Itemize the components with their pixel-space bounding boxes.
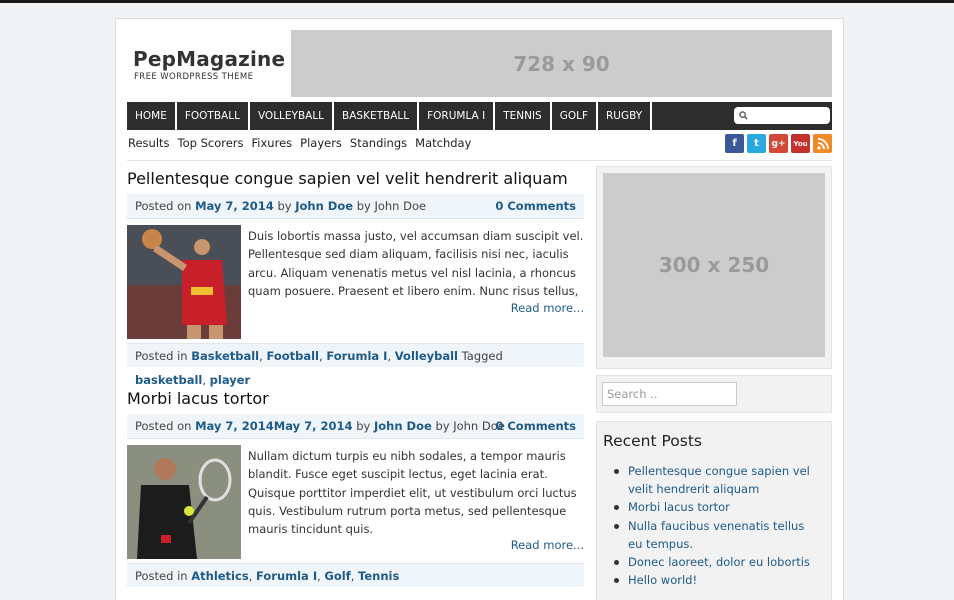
nav-item-golf[interactable]: GOLF: [552, 102, 599, 130]
tagged-label: Tagged: [461, 349, 503, 363]
post-author-link[interactable]: John Doe: [374, 419, 432, 433]
sub-nav: Results Top Scorers Fixures Players Stan…: [128, 136, 471, 150]
site-title[interactable]: PepMagazine: [133, 47, 285, 71]
recent-post-link[interactable]: Nulla faucibus venenatis tellus eu tempu…: [611, 517, 821, 553]
post-meta: Posted on May 7, 2014 by John Doe by Joh…: [127, 194, 584, 219]
post-meta: Posted on May 7, 2014May 7, 2014 by John…: [127, 414, 584, 439]
search-input[interactable]: Search ..: [602, 382, 737, 406]
nav-item-rugby[interactable]: RUGBY: [598, 102, 653, 130]
post-date-link[interactable]: May 7, 2014May 7, 2014: [195, 419, 352, 433]
subnav-item-standings[interactable]: Standings: [350, 136, 407, 150]
twitter-icon[interactable]: t: [747, 134, 766, 153]
facebook-icon[interactable]: f: [725, 134, 744, 153]
tag-link[interactable]: basketball: [135, 373, 202, 387]
posted-on-label: Posted on: [135, 199, 192, 213]
post-author-link[interactable]: John Doe: [295, 199, 353, 213]
nav-item-basketball[interactable]: BASKETBALL: [334, 102, 420, 130]
post-article: Morbi lacus tortor Posted on May 7, 2014…: [127, 389, 584, 600]
subnav-item-fixures[interactable]: Fixures: [252, 136, 293, 150]
header-divider: [127, 160, 832, 161]
site-tagline: FREE WORDPRESS THEME: [134, 72, 254, 82]
social-icons: f t g+ You: [725, 134, 832, 153]
recent-post-link[interactable]: Hello world!: [611, 571, 821, 589]
post-excerpt: Nullam dictum turpis eu nibh sodales, a …: [248, 449, 577, 537]
search-icon: [739, 111, 748, 120]
recent-posts-widget: Recent Posts Pellentesque congue sapien …: [596, 421, 832, 600]
nav-item-formula[interactable]: FORUMLA I: [419, 102, 496, 130]
category-link[interactable]: Football: [266, 349, 319, 363]
post-title[interactable]: Morbi lacus tortor: [127, 389, 269, 408]
category-link[interactable]: Athletics: [191, 569, 248, 583]
rss-icon[interactable]: [813, 134, 832, 153]
read-more-link[interactable]: Read more...: [511, 538, 584, 552]
category-link[interactable]: Forumla I: [326, 349, 387, 363]
post-categories: Posted in Basketball, Football, Forumla …: [127, 343, 584, 387]
category-link[interactable]: Tennis: [358, 569, 399, 583]
post-thumbnail[interactable]: [127, 445, 241, 559]
subnav-item-matchday[interactable]: Matchday: [415, 136, 471, 150]
post-article: Pellentesque congue sapien vel velit hen…: [127, 169, 584, 393]
nav-item-home[interactable]: HOME: [127, 102, 177, 130]
posted-in-label: Posted in: [135, 349, 188, 363]
subnav-item-players[interactable]: Players: [300, 136, 342, 150]
page-wrapper: PepMagazine FREE WORDPRESS THEME 728 x 9…: [115, 18, 844, 600]
sidebar-search-widget: Search ..: [596, 375, 832, 413]
nav-item-football[interactable]: FOOTBALL: [177, 102, 250, 130]
by-label: by: [277, 199, 292, 213]
comments-link[interactable]: 0 Comments: [495, 414, 576, 439]
sidebar-ad[interactable]: 300 x 250: [603, 173, 825, 357]
youtube-icon[interactable]: You: [791, 134, 810, 153]
main-nav: HOME FOOTBALL VOLLEYBALL BASKETBALL FORU…: [127, 102, 832, 130]
banner-ad[interactable]: 728 x 90: [291, 30, 832, 97]
posted-on-label: Posted on: [135, 419, 192, 433]
post-categories: Posted in Athletics, Forumla I, Golf, Te…: [127, 563, 584, 587]
category-link[interactable]: Forumla I: [256, 569, 317, 583]
post-thumbnail[interactable]: [127, 225, 241, 339]
post-date-link[interactable]: May 7, 2014: [195, 199, 274, 213]
tag-link[interactable]: player: [210, 373, 251, 387]
nav-item-volleyball[interactable]: VOLLEYBALL: [250, 102, 335, 130]
recent-post-link[interactable]: Donec laoreet, dolor eu lobortis: [611, 553, 821, 571]
sidebar-ad-widget: 300 x 250: [596, 166, 832, 369]
recent-post-link[interactable]: Morbi lacus tortor: [611, 498, 821, 516]
post-excerpt: Duis lobortis massa justo, vel accumsan …: [248, 229, 584, 298]
by-label: by: [356, 419, 371, 433]
nav-search-input[interactable]: [734, 107, 830, 124]
subnav-item-top-scorers[interactable]: Top Scorers: [178, 136, 244, 150]
author-text: by John Doe: [356, 199, 427, 213]
category-link[interactable]: Volleyball: [395, 349, 458, 363]
read-more-link[interactable]: Read more...: [511, 301, 584, 315]
nav-item-tennis[interactable]: TENNIS: [495, 102, 552, 130]
google-plus-icon[interactable]: g+: [769, 134, 788, 153]
recent-post-link[interactable]: Pellentesque congue sapien vel velit hen…: [611, 462, 821, 498]
subnav-item-results[interactable]: Results: [128, 136, 170, 150]
posted-in-label: Posted in: [135, 569, 188, 583]
category-link[interactable]: Golf: [324, 569, 350, 583]
comments-link[interactable]: 0 Comments: [495, 194, 576, 219]
category-link[interactable]: Basketball: [191, 349, 259, 363]
recent-posts-title: Recent Posts: [603, 432, 703, 450]
recent-posts-list: Pellentesque congue sapien vel velit hen…: [611, 462, 821, 589]
post-title[interactable]: Pellentesque congue sapien vel velit hen…: [127, 169, 568, 188]
